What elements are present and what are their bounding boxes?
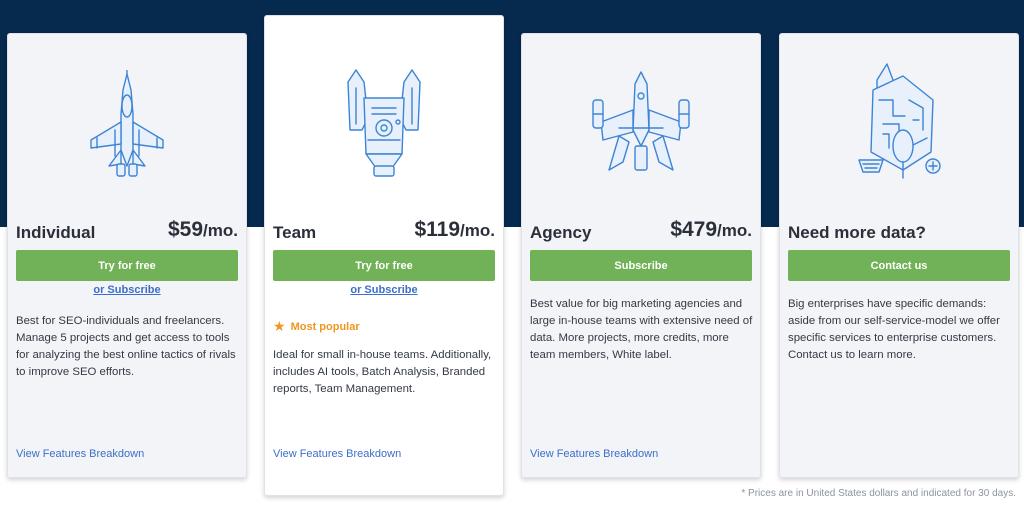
plan-description: Big enterprises have specific demands: a… [788,298,1000,361]
plan-card-individual: Individual $59/mo. Try for free or Subsc… [7,33,247,478]
pricing-footnote: * Prices are in United States dollars an… [741,488,1016,499]
price-amount: $59 [168,218,204,241]
subscribe-button[interactable]: Subscribe [530,250,752,281]
plan-description: Best value for big marketing agencies an… [530,298,753,361]
plan-description: Best for SEO-individuals and freelancers… [16,315,236,378]
subscribe-link[interactable]: or Subscribe [8,284,246,296]
price-amount: $479 [670,218,718,241]
plan-price: $59/mo. [168,218,238,242]
features-breakdown-link[interactable]: View Features Breakdown [273,448,401,460]
plan-title: Agency [530,223,592,242]
price-unit: /mo. [203,221,238,240]
plan-title: Team [273,223,317,242]
fighter-jet-icon [8,70,246,182]
plan-card-agency: Agency $479/mo. Subscribe Best value for… [521,33,761,478]
cruiser-ship-icon [522,70,760,182]
plan-title: Individual [16,223,96,242]
most-popular-badge: ★ Most popular [273,318,360,335]
features-breakdown-link[interactable]: View Features Breakdown [16,448,144,460]
star-icon: ★ [273,318,286,334]
contact-us-button[interactable]: Contact us [788,250,1010,281]
subscribe-link[interactable]: or Subscribe [265,284,503,296]
spaceship-icon [265,68,503,180]
plan-title: Need more data? [788,223,926,242]
features-breakdown-link[interactable]: View Features Breakdown [530,448,658,460]
try-free-button[interactable]: Try for free [273,250,495,281]
mothership-icon [780,60,1018,184]
plan-card-enterprise: Need more data? Contact us Big enterpris… [779,33,1019,478]
plan-price: $119/mo. [414,218,495,242]
try-free-button[interactable]: Try for free [16,250,238,281]
price-unit: /mo. [460,221,495,240]
plan-price: $479/mo. [670,218,752,242]
plan-description: Ideal for small in-house teams. Addition… [273,349,492,395]
price-amount: $119 [414,218,461,241]
price-unit: /mo. [717,221,752,240]
badge-label: Most popular [290,320,360,333]
plan-card-team: Team $119/mo. Try for free or Subscribe … [264,15,504,496]
